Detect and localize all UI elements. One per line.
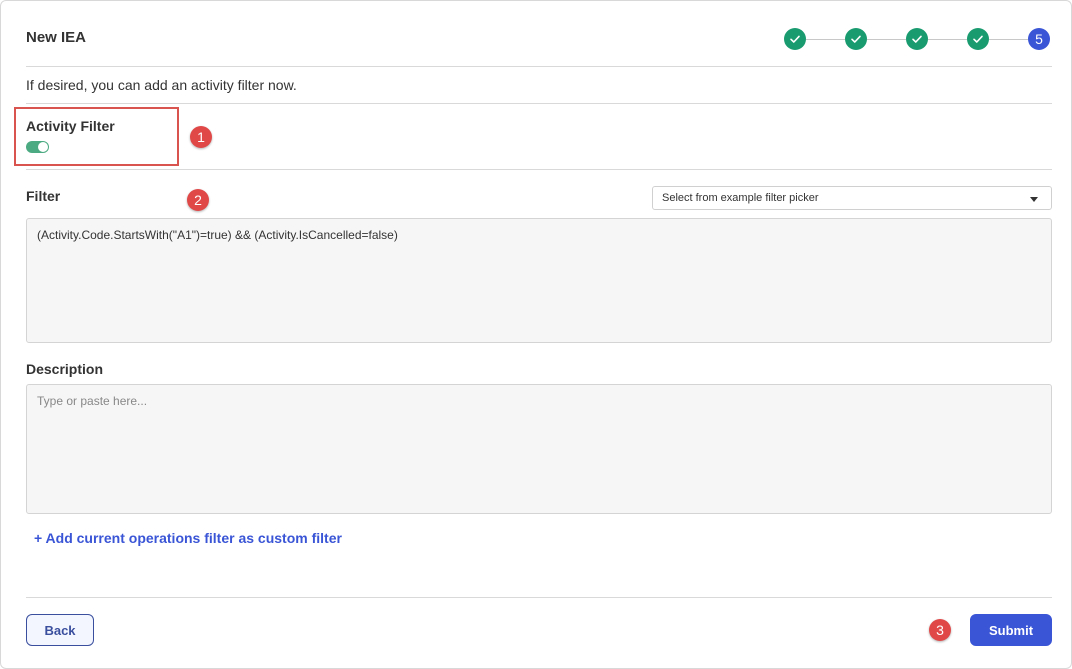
check-icon bbox=[790, 35, 800, 43]
divider bbox=[26, 103, 1052, 104]
annotation-badge-3: 3 bbox=[929, 619, 951, 641]
filter-textarea[interactable]: (Activity.Code.StartsWith("A1")=true) &&… bbox=[26, 218, 1052, 343]
activity-filter-toggle[interactable] bbox=[26, 141, 49, 153]
annotation-badge-1: 1 bbox=[190, 126, 212, 148]
dialog: New IEA 5 If desired, you can add an act… bbox=[0, 0, 1072, 669]
step-connector bbox=[867, 38, 906, 40]
step-connector bbox=[806, 38, 845, 40]
example-filter-picker-value: Select from example filter picker bbox=[662, 192, 819, 204]
check-icon bbox=[912, 35, 922, 43]
step-5-current: 5 bbox=[1028, 28, 1050, 50]
submit-button[interactable]: Submit bbox=[970, 614, 1052, 646]
annotation-badge-2: 2 bbox=[187, 189, 209, 211]
back-button[interactable]: Back bbox=[26, 614, 94, 646]
description-label: Description bbox=[26, 361, 104, 377]
step-connector bbox=[989, 38, 1028, 40]
toggle-knob bbox=[38, 142, 48, 152]
step-1-complete bbox=[784, 28, 806, 50]
description-textarea[interactable]: Type or paste here... bbox=[26, 384, 1052, 514]
step-3-complete bbox=[906, 28, 928, 50]
annotation-highlight-box bbox=[14, 107, 179, 166]
step-connector bbox=[928, 38, 967, 40]
divider bbox=[26, 169, 1052, 170]
caret-down-icon bbox=[1030, 197, 1038, 202]
activity-filter-label: Activity Filter bbox=[26, 118, 115, 134]
step-2-complete bbox=[845, 28, 867, 50]
step-4-complete bbox=[967, 28, 989, 50]
example-filter-picker[interactable]: Select from example filter picker bbox=[652, 186, 1052, 210]
filter-label: Filter bbox=[26, 188, 61, 204]
check-icon bbox=[851, 35, 861, 43]
add-custom-filter-link[interactable]: + Add current operations filter as custo… bbox=[34, 530, 342, 546]
page-title: New IEA bbox=[26, 29, 87, 46]
stepper: 5 bbox=[784, 28, 1050, 50]
check-icon bbox=[973, 35, 983, 43]
divider bbox=[26, 597, 1052, 598]
divider bbox=[26, 66, 1052, 67]
intro-text: If desired, you can add an activity filt… bbox=[26, 77, 297, 93]
